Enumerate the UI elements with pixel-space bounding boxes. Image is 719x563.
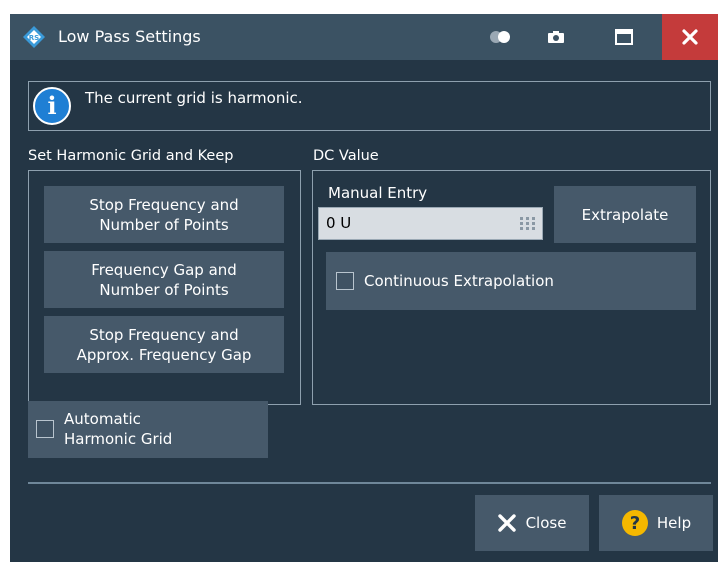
continuous-extrapolation-checkbox[interactable] bbox=[336, 272, 354, 290]
dc-value-label: DC Value bbox=[313, 148, 379, 164]
manual-entry-input[interactable]: 0 U bbox=[318, 207, 543, 240]
svg-text:?: ? bbox=[630, 513, 640, 534]
automatic-label-line: Harmonic Grid bbox=[64, 430, 173, 448]
info-banner: i The current grid is harmonic. bbox=[28, 81, 711, 131]
button-line: Stop Frequency and bbox=[89, 325, 239, 344]
window-close-button[interactable] bbox=[662, 14, 718, 60]
freq-gap-num-points-button[interactable]: Frequency Gap and Number of Points bbox=[44, 251, 284, 308]
close-button-label: Close bbox=[525, 514, 567, 532]
camera-icon[interactable] bbox=[534, 14, 578, 60]
toggle-icon[interactable] bbox=[478, 14, 522, 60]
title-bar[interactable]: RS Low Pass Settings bbox=[10, 14, 718, 60]
close-button[interactable]: Close bbox=[475, 495, 589, 551]
button-line: Approx. Frequency Gap bbox=[76, 345, 252, 364]
close-icon bbox=[682, 29, 698, 45]
manual-entry-label: Manual Entry bbox=[328, 184, 428, 202]
help-button-label: Help bbox=[656, 514, 692, 532]
dialog-window: RS Low Pass Settings i The current grid … bbox=[10, 14, 718, 562]
automatic-label-line: Automatic bbox=[64, 410, 141, 428]
button-line: Number of Points bbox=[99, 215, 229, 234]
svg-text:RS: RS bbox=[29, 34, 39, 42]
button-line: Stop Frequency and bbox=[89, 195, 239, 214]
x-icon bbox=[497, 514, 516, 532]
continuous-extrapolation-label: Continuous Extrapolation bbox=[364, 272, 554, 290]
automatic-harmonic-grid-checkbox[interactable] bbox=[36, 420, 54, 438]
help-icon: ? bbox=[621, 510, 648, 536]
footer-separator bbox=[28, 482, 711, 484]
keypad-icon[interactable] bbox=[520, 217, 536, 231]
help-button[interactable]: ? Help bbox=[599, 495, 713, 551]
continuous-extrapolation-toggle[interactable]: Continuous Extrapolation bbox=[326, 252, 696, 310]
info-text: The current grid is harmonic. bbox=[85, 89, 303, 107]
harmonic-grid-label: Set Harmonic Grid and Keep bbox=[28, 148, 234, 164]
maximize-icon[interactable] bbox=[602, 14, 646, 60]
rs-logo-icon: RS bbox=[23, 26, 45, 48]
extrapolate-button[interactable]: Extrapolate bbox=[554, 186, 696, 243]
automatic-harmonic-grid-toggle[interactable]: Automatic Harmonic Grid bbox=[28, 401, 268, 458]
window-title: Low Pass Settings bbox=[58, 27, 201, 46]
stop-freq-approx-gap-button[interactable]: Stop Frequency and Approx. Frequency Gap bbox=[44, 316, 284, 373]
info-icon: i bbox=[33, 87, 71, 125]
button-line: Frequency Gap and bbox=[91, 260, 237, 279]
stop-freq-num-points-button[interactable]: Stop Frequency and Number of Points bbox=[44, 186, 284, 243]
manual-entry-value: 0 U bbox=[326, 214, 352, 232]
button-line: Number of Points bbox=[99, 280, 229, 299]
